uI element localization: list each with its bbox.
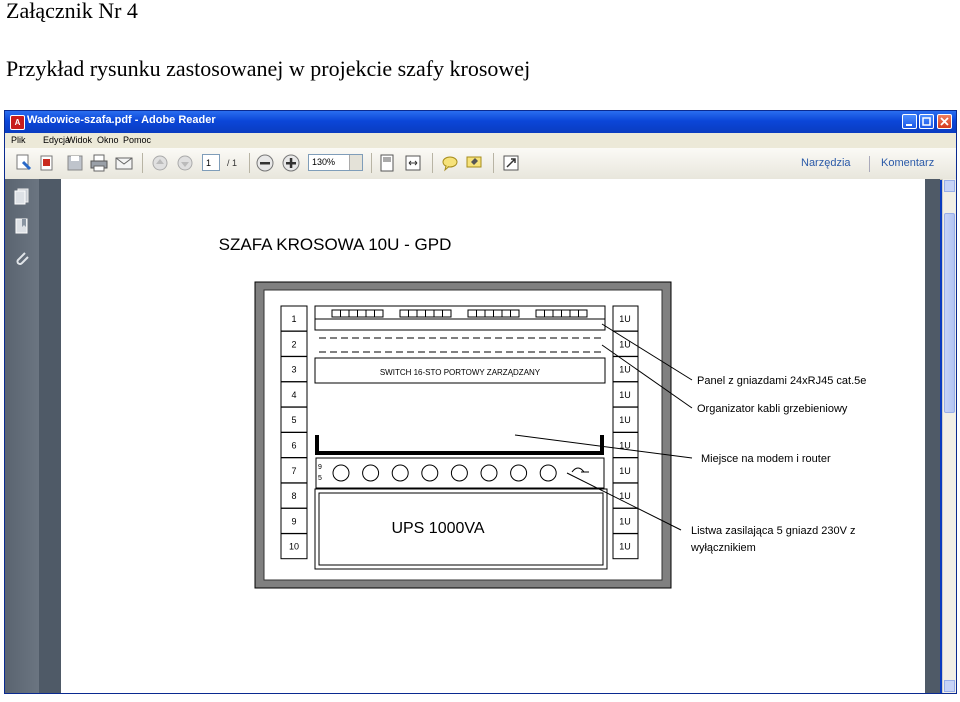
next-page-icon[interactable] xyxy=(175,153,195,173)
annotation-cable-organizer: Organizator kabli grzebieniowy xyxy=(697,403,848,415)
socket xyxy=(450,464,468,482)
adobe-reader-window: A Wadowice-szafa.pdf - Adobe Reader Plik… xyxy=(4,110,957,694)
left-rail: 1 2 3 4 5 6 7 8 9 10 xyxy=(280,305,308,560)
socket xyxy=(362,464,380,482)
power-strip-mark: 9 xyxy=(318,464,322,471)
navigation-panel xyxy=(5,179,39,693)
zoom-select[interactable]: 130% xyxy=(308,154,363,171)
scrollbar-thumb[interactable] xyxy=(944,213,955,413)
zoom-value: 130% xyxy=(312,157,336,167)
document-subheading: Przykład rysunku zastosowanej w projekci… xyxy=(6,56,531,81)
unit-number: 2 xyxy=(291,339,296,349)
zoom-out-icon[interactable] xyxy=(255,153,275,173)
unit-size-label: 1U xyxy=(619,415,631,425)
unit-size-label: 1U xyxy=(619,466,631,476)
open-icon[interactable] xyxy=(37,153,57,173)
menu-pomoc[interactable]: Pomoc xyxy=(123,135,151,145)
title-bar: A Wadowice-szafa.pdf - Adobe Reader xyxy=(5,111,956,133)
scroll-down-icon[interactable] xyxy=(944,680,955,692)
create-pdf-icon[interactable] xyxy=(14,153,34,173)
unit-number: 5 xyxy=(291,415,296,425)
socket xyxy=(391,464,409,482)
menu-edycja[interactable]: Edycja xyxy=(43,135,70,145)
unit-size-label: 1U xyxy=(619,542,631,552)
toolbar-separator xyxy=(493,153,494,173)
email-icon[interactable] xyxy=(114,153,134,173)
menu-okno[interactable]: Okno xyxy=(97,135,119,145)
switch-label: SWITCH 16-STO PORTOWY ZARZĄDZANY xyxy=(380,368,541,377)
minimize-button[interactable] xyxy=(902,114,917,129)
annotation-modem-router: Miejsce na modem i router xyxy=(701,453,831,465)
pdf-page: SZAFA KROSOWA 10U - GPD 1 2 3 4 5 6 7 8 9 10 1U 1U… xyxy=(61,179,925,693)
toolbar-separator xyxy=(249,153,250,173)
unit-size-label: 1U xyxy=(619,314,631,324)
bookmarks-icon[interactable] xyxy=(13,217,31,235)
document-area[interactable]: SZAFA KROSOWA 10U - GPD 1 2 3 4 5 6 7 8 9 10 1U 1U… xyxy=(39,179,940,693)
socket xyxy=(332,464,350,482)
annotation-patch-panel: Panel z gniazdami 24xRJ45 cat.5e xyxy=(697,375,866,387)
unit-number: 6 xyxy=(291,441,296,451)
prev-page-icon[interactable] xyxy=(150,153,170,173)
unit-number: 10 xyxy=(289,542,299,552)
socket xyxy=(480,464,498,482)
fit-page-icon[interactable] xyxy=(377,153,397,173)
toolbar-separator xyxy=(869,156,870,172)
page-total: / 1 xyxy=(227,158,238,168)
adobe-reader-icon: A xyxy=(10,115,25,130)
unit-size-label: 1U xyxy=(619,390,631,400)
highlight-icon[interactable] xyxy=(464,153,484,173)
menu-plik[interactable]: Plik xyxy=(11,135,26,145)
annotation-power-strip-line2: wyłącznikiem xyxy=(690,542,756,554)
unit-number: 1 xyxy=(291,314,296,324)
unit-number: 9 xyxy=(291,516,296,526)
socket xyxy=(421,464,439,482)
attachments-icon[interactable] xyxy=(13,249,31,267)
unit-size-label: 1U xyxy=(619,516,631,526)
tools-link[interactable]: Narzędzia xyxy=(801,157,851,169)
unit-number: 3 xyxy=(291,365,296,375)
menu-bar: Plik Edycja Widok Okno Pomoc xyxy=(5,133,956,148)
toolbar-separator xyxy=(142,153,143,173)
comment-link[interactable]: Komentarz xyxy=(881,157,934,169)
vertical-scrollbar[interactable] xyxy=(942,179,956,693)
maximize-button[interactable] xyxy=(919,114,934,129)
unit-number: 7 xyxy=(291,466,296,476)
pages-icon[interactable] xyxy=(13,187,31,205)
unit-size-label: 1U xyxy=(619,365,631,375)
power-strip-mark: 5 xyxy=(318,475,322,482)
close-button[interactable] xyxy=(937,114,952,129)
document-heading: Załącznik Nr 4 xyxy=(6,0,138,23)
fit-width-icon[interactable] xyxy=(403,153,423,173)
toolbar: 1 / 1 130% Narzędzia Komentarz xyxy=(5,148,956,180)
unit-number: 8 xyxy=(291,491,296,501)
socket xyxy=(510,464,528,482)
zoom-in-icon[interactable] xyxy=(281,153,301,173)
toolbar-separator xyxy=(432,153,433,173)
ups-label: UPS 1000VA xyxy=(391,520,484,537)
chevron-down-icon[interactable] xyxy=(349,155,362,170)
diagram-title: SZAFA KROSOWA 10U - GPD xyxy=(219,235,452,254)
page-number-input[interactable]: 1 xyxy=(202,154,220,171)
menu-widok[interactable]: Widok xyxy=(67,135,92,145)
annotation-power-strip: Listwa zasilająca 5 gniazd 230V z xyxy=(691,525,855,537)
scroll-up-icon[interactable] xyxy=(944,180,955,192)
rack-diagram: SZAFA KROSOWA 10U - GPD 1 2 3 4 5 6 7 8 9 10 1U 1U… xyxy=(219,235,866,589)
fullscreen-icon[interactable] xyxy=(501,153,521,173)
comment-icon[interactable] xyxy=(440,153,460,173)
socket xyxy=(539,464,557,482)
save-icon[interactable] xyxy=(65,153,85,173)
toolbar-separator xyxy=(371,153,372,173)
unit-number: 4 xyxy=(291,390,296,400)
print-icon[interactable] xyxy=(89,153,109,173)
window-title: Wadowice-szafa.pdf - Adobe Reader xyxy=(27,114,216,126)
